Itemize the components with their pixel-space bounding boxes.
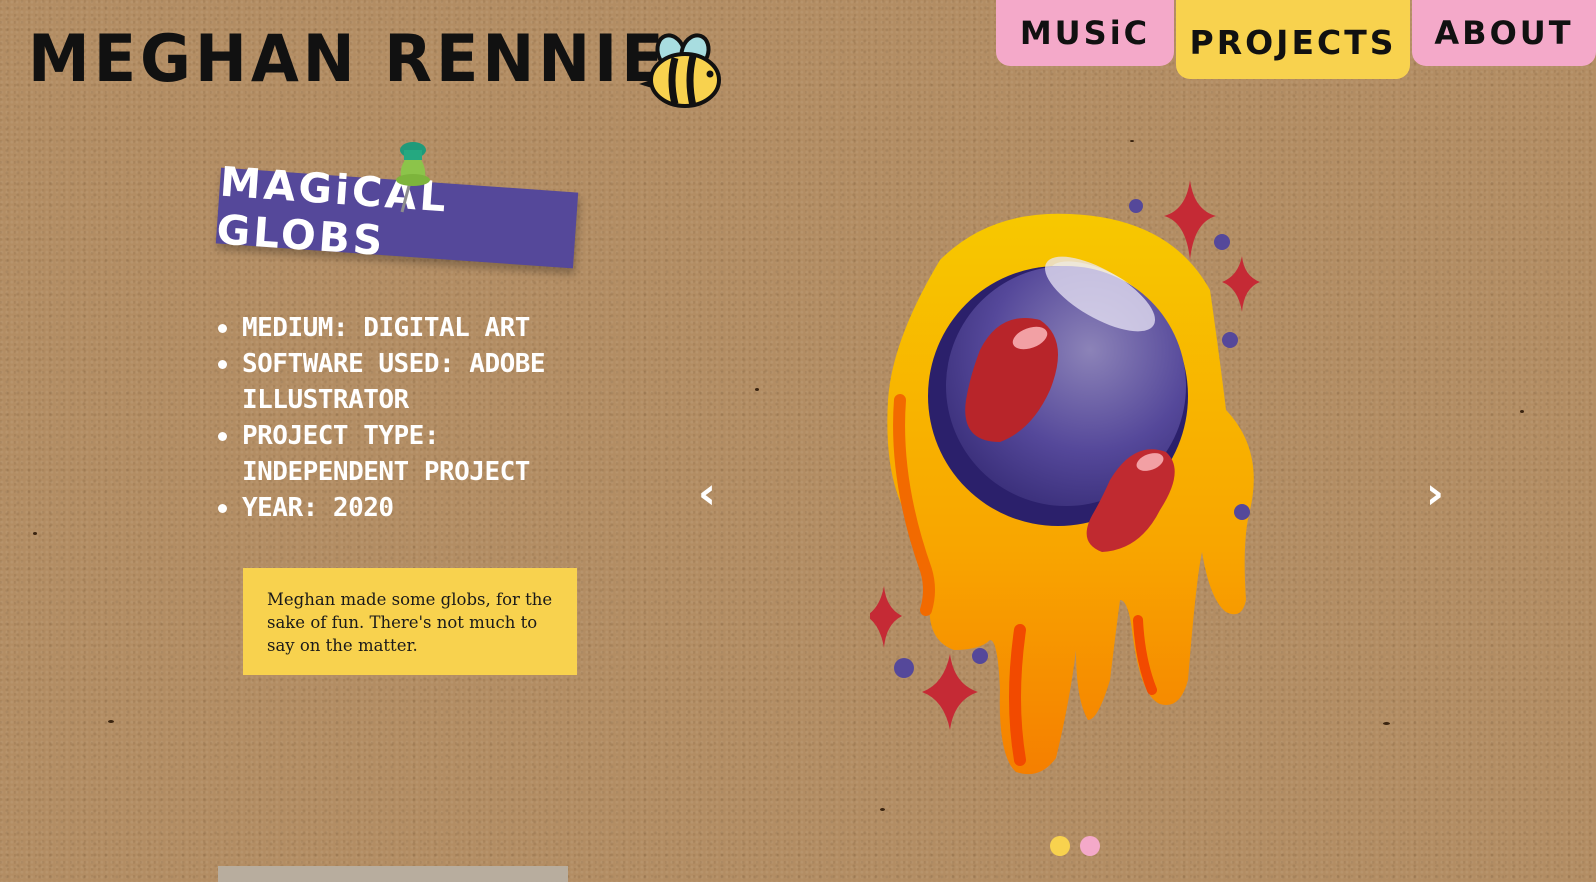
magical-glob-artwork	[870, 180, 1260, 775]
paper-speck	[1383, 722, 1390, 725]
next-project-card-edge	[218, 866, 568, 882]
paper-speck	[1520, 410, 1524, 413]
paper-speck	[108, 720, 114, 723]
carousel-prev-button[interactable]: ‹	[687, 470, 727, 518]
paper-speck	[755, 388, 759, 391]
project-specs-list: MEDIUM: DIGITAL ART SOFTWARE USED: ADOBE…	[212, 310, 572, 526]
tab-music[interactable]: MUSiC	[996, 0, 1174, 66]
site-title[interactable]: MEGHAN RENNIE	[28, 20, 668, 97]
list-item: SOFTWARE USED: ADOBE ILLUSTRATOR	[212, 346, 572, 418]
paper-speck	[1130, 140, 1134, 142]
pushpin-icon	[396, 142, 430, 213]
tab-about[interactable]: ABOUT	[1412, 0, 1596, 66]
list-item: PROJECT TYPE: INDEPENDENT PROJECT	[212, 418, 572, 490]
bee-icon	[639, 33, 721, 108]
tab-projects[interactable]: PROJECTS	[1176, 0, 1410, 79]
project-description: Meghan made some globs, for the sake of …	[243, 568, 577, 675]
list-item: YEAR: 2020	[212, 490, 572, 526]
carousel-pagination	[1050, 836, 1100, 856]
carousel-dot-2[interactable]	[1080, 836, 1100, 856]
list-item: MEDIUM: DIGITAL ART	[212, 310, 572, 346]
carousel-next-button[interactable]: ›	[1415, 470, 1455, 518]
paper-speck	[33, 532, 37, 535]
paper-speck	[880, 808, 885, 811]
carousel-dot-1[interactable]	[1050, 836, 1070, 856]
